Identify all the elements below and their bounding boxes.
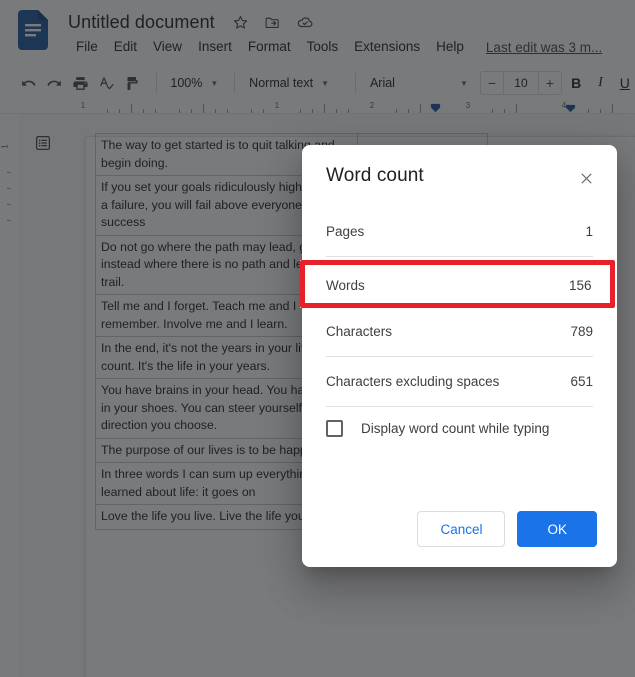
stat-label: Pages bbox=[326, 224, 365, 239]
ok-button[interactable]: OK bbox=[517, 511, 597, 547]
display-word-count-label: Display word count while typing bbox=[361, 420, 550, 436]
stat-value: 789 bbox=[570, 324, 593, 339]
display-word-count-while-typing-row[interactable]: Display word count while typing bbox=[326, 413, 593, 443]
close-icon[interactable] bbox=[575, 167, 597, 189]
dialog-header: Word count bbox=[302, 145, 617, 207]
display-word-count-checkbox[interactable] bbox=[326, 419, 343, 437]
stat-value: 1 bbox=[585, 224, 593, 239]
stat-label: Characters excluding spaces bbox=[326, 374, 500, 389]
dialog-actions: Cancel OK bbox=[417, 511, 597, 547]
stat-row-characters: Characters 789 bbox=[326, 307, 593, 357]
highlighted-stat-value: 156 bbox=[569, 278, 592, 293]
stat-value: 651 bbox=[570, 374, 593, 389]
google-docs-window: Untitled document bbox=[0, 0, 635, 677]
stat-label: Characters bbox=[326, 324, 393, 339]
cancel-button[interactable]: Cancel bbox=[417, 511, 506, 547]
dialog-title: Word count bbox=[326, 165, 424, 186]
word-count-dialog: Word count Pages 1 Words 156 Characters … bbox=[302, 145, 617, 567]
stat-row-pages: Pages 1 bbox=[326, 207, 593, 257]
stat-row-characters-excluding-spaces: Characters excluding spaces 651 bbox=[326, 357, 593, 407]
highlighted-stat-label: Words bbox=[326, 278, 365, 293]
